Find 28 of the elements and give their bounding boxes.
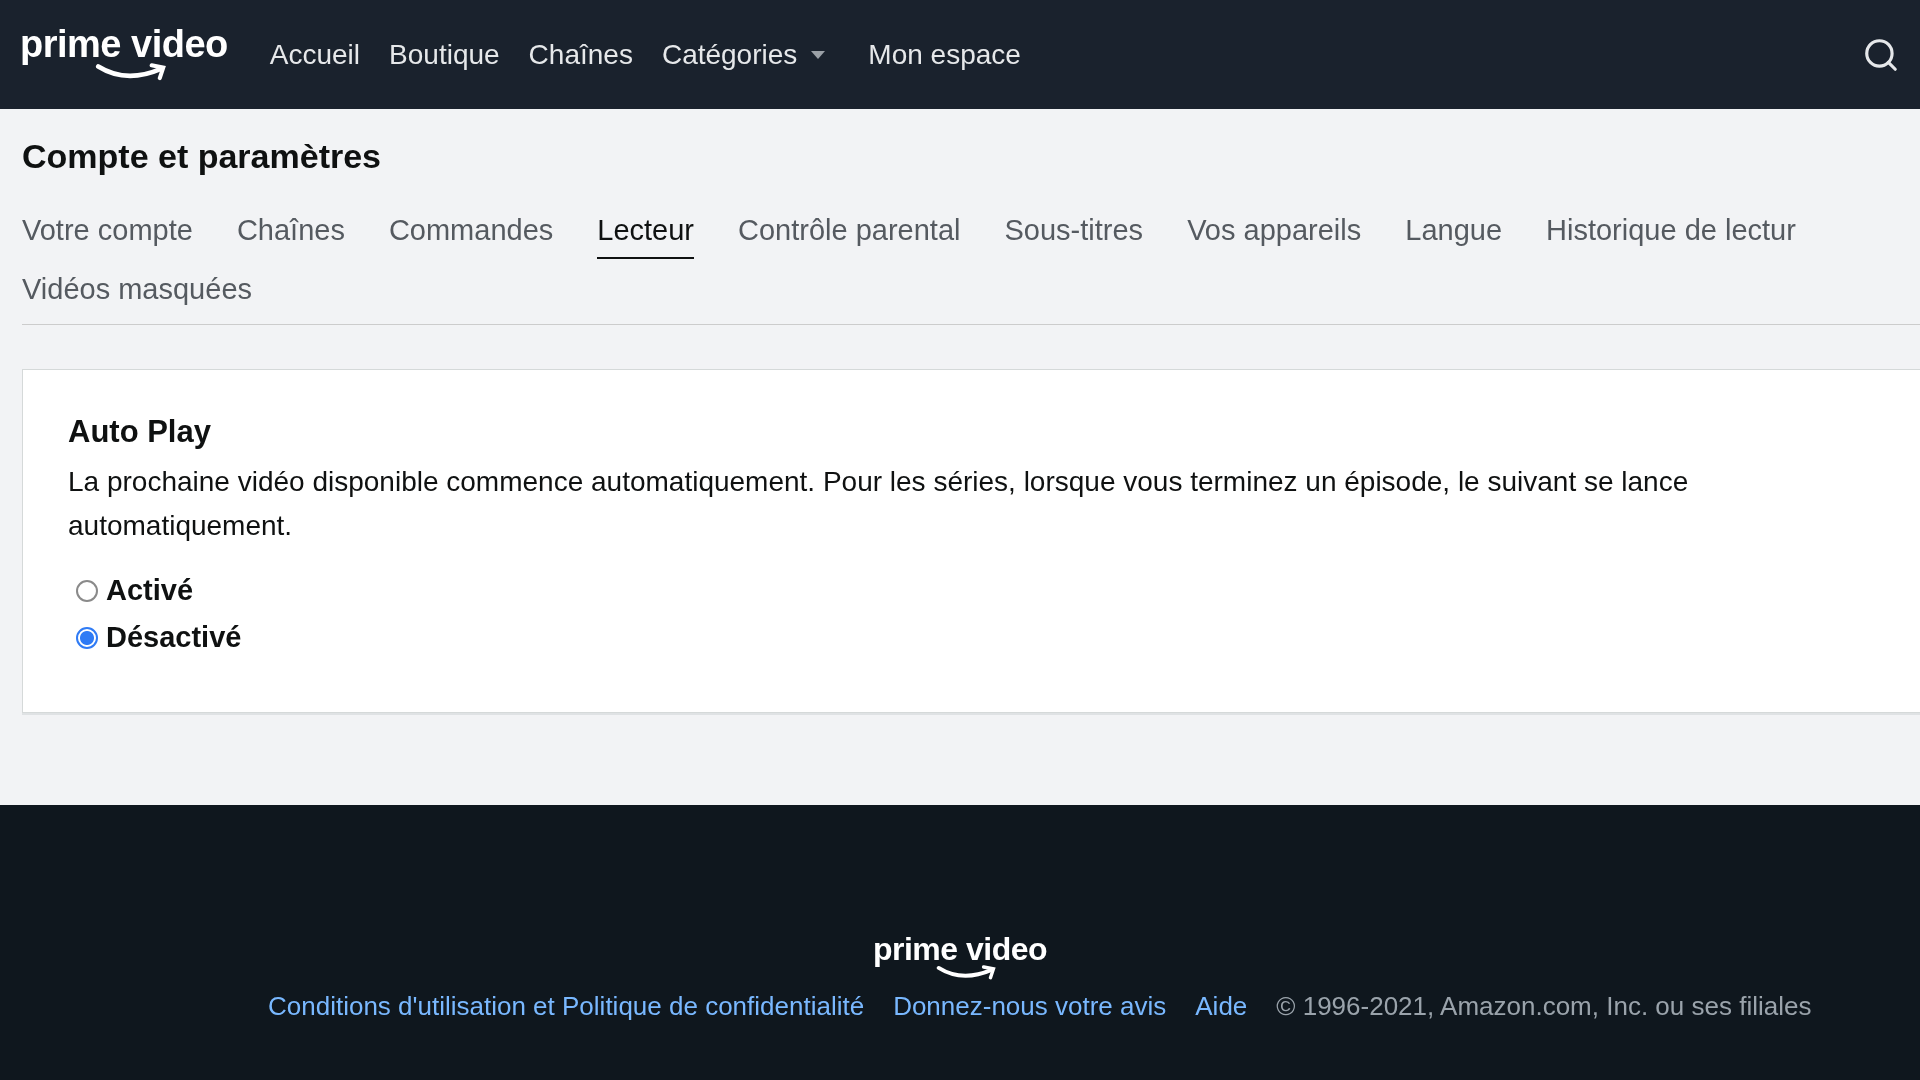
nav-link[interactable]: Mon espace <box>868 38 1021 71</box>
settings-tab[interactable]: Vidéos masquées <box>22 273 252 318</box>
settings-tab[interactable]: Contrôle parental <box>738 214 961 259</box>
settings-tab[interactable]: Chaînes <box>236 214 345 259</box>
copyright-text: © 1996-2021, Amazon.com, Inc. ou ses filiales <box>1276 990 1812 1022</box>
radio-button[interactable] <box>76 579 98 602</box>
nav-link[interactable]: Boutique <box>389 38 500 71</box>
settings-tab[interactable]: Langue <box>1405 214 1503 259</box>
setting-description: La prochaine vidéo disponible commence automatiquement. Pour les séries, lorsque vous terminez un épisode, le suivant se lance automatiquement. <box>68 465 1690 543</box>
footer-link[interactable]: Donnez-nous votre avis <box>893 990 1167 1022</box>
radio-button[interactable] <box>76 626 98 649</box>
nav-link[interactable]: Accueil <box>269 38 361 71</box>
prime-video-logo[interactable]: prime video <box>872 933 1048 983</box>
nav-link[interactable]: Chaînes <box>528 38 633 71</box>
radio-label: Activé <box>106 574 194 607</box>
setting-title: Auto Play <box>68 414 212 450</box>
footer-link[interactable]: Conditions d'utilisation et Politique de confidentialité <box>268 990 865 1022</box>
settings-tab[interactable]: Vos appareils <box>1187 214 1362 259</box>
radio-label: Désactivé <box>106 621 242 654</box>
page-title: Compte et paramètres <box>22 137 382 176</box>
settings-tab[interactable]: Historique de lectur <box>1546 214 1796 259</box>
settings-tab[interactable]: Lecteur <box>597 214 695 259</box>
settings-tab[interactable]: Votre compte <box>22 214 193 259</box>
settings-tab[interactable]: Sous-titres <box>1004 214 1144 259</box>
prime-video-logo[interactable]: prime video <box>20 25 228 84</box>
footer-link[interactable]: Aide <box>1195 990 1248 1022</box>
settings-tab[interactable]: Commandes <box>388 214 554 259</box>
nav-link[interactable]: Catégories <box>661 38 826 71</box>
